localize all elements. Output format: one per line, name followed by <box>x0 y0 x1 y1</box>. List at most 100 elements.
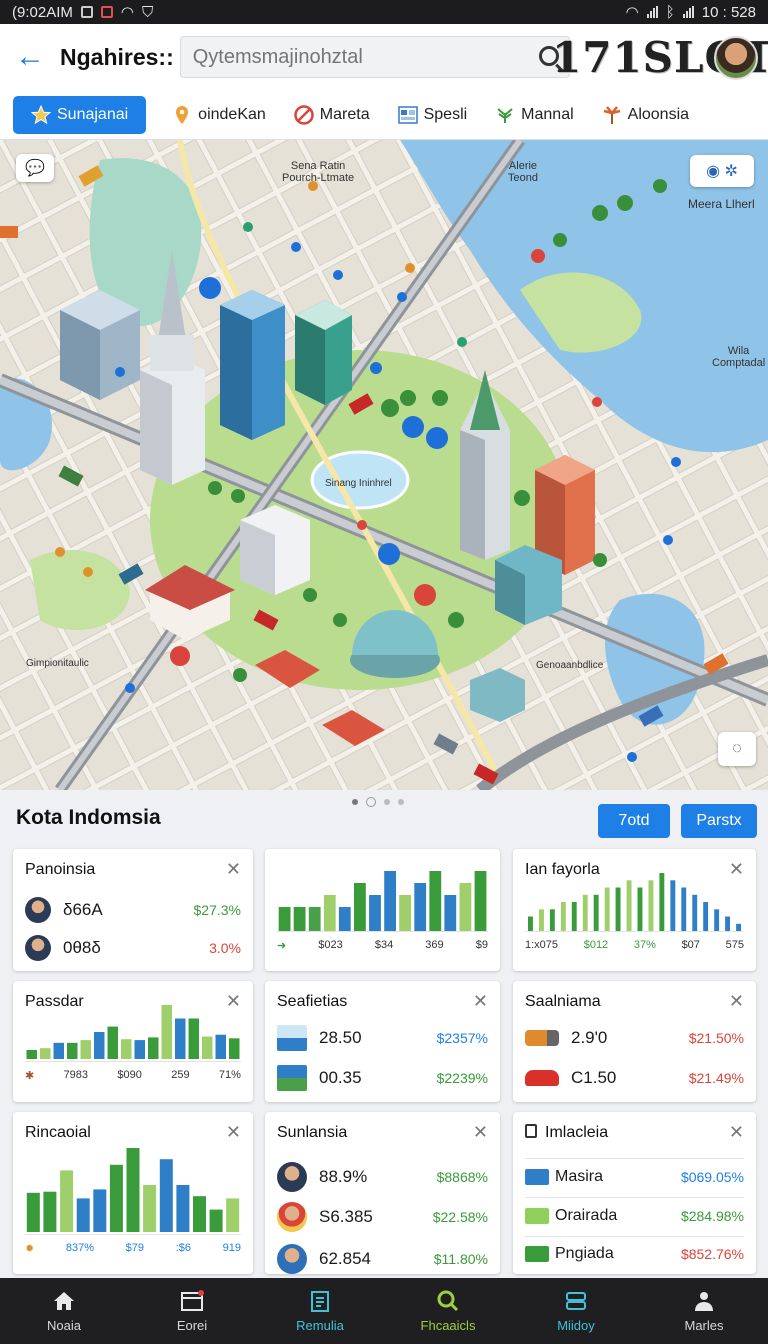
filter-button-1[interactable]: 7otd <box>598 804 670 838</box>
tab-label: Eorei <box>176 1317 208 1333</box>
list-item: S6.385 $22.58% <box>277 1202 488 1232</box>
bar <box>143 1185 157 1232</box>
chart-axis: ➜ $023 $34 369 $9 <box>277 939 488 952</box>
bar <box>209 1209 223 1232</box>
category-spesli[interactable]: Spesli <box>384 96 482 134</box>
bar <box>26 1192 40 1232</box>
back-arrow-icon[interactable]: ← <box>0 24 60 90</box>
close-icon[interactable]: ✕ <box>729 1122 744 1143</box>
tick-label: 7983 <box>63 1069 89 1081</box>
tick-label: 369 <box>425 939 444 951</box>
section-title: Kota Indomsia <box>16 806 161 829</box>
search-bar[interactable] <box>179 36 570 78</box>
card-title: Seafietias <box>277 993 348 1010</box>
bar <box>126 1148 140 1232</box>
card-header: Imlacleia <box>525 1124 608 1142</box>
close-icon[interactable]: ✕ <box>473 991 488 1012</box>
bar <box>308 907 321 931</box>
card-imlacleia[interactable]: Imlacleia ✕ Masira $069.05% Orairada $28… <box>513 1112 756 1274</box>
search-icon <box>437 1290 459 1311</box>
tab-remulia[interactable]: Remulia <box>256 1278 384 1344</box>
bar <box>76 1198 90 1232</box>
bar <box>43 1191 57 1232</box>
map-label-plaza: Sinang Ininhrel <box>325 478 392 489</box>
category-label: Mannal <box>521 105 574 123</box>
list-item: 00.35 $2239% <box>277 1063 488 1093</box>
bar <box>215 1034 226 1059</box>
card-title: Panoinsia <box>25 861 96 878</box>
map-layers-button[interactable]: ◉ ✲ <box>690 155 754 187</box>
building-teal-block <box>495 545 562 625</box>
location-pin-icon <box>176 105 189 124</box>
tick-label: $07 <box>681 939 700 951</box>
bar <box>109 1164 123 1232</box>
category-aloonsia[interactable]: Aloonsia <box>588 96 703 134</box>
close-icon[interactable]: ✕ <box>473 1122 488 1143</box>
card-passdar[interactable]: Passdar ✕ ✱ 7983 $090 259 71% <box>13 981 253 1102</box>
map-chat-button[interactable]: 💬 <box>16 154 54 182</box>
tick-label: 37% <box>633 939 656 951</box>
category-mannal[interactable]: Mannal <box>481 96 587 134</box>
avatar <box>277 1202 307 1232</box>
bar <box>40 1048 51 1059</box>
list-item: Orairada $284.98% <box>525 1201 744 1231</box>
tab-label: Fhcaaicls <box>420 1317 476 1333</box>
app-icon <box>100 6 113 18</box>
card-chart-1[interactable]: ➜ $023 $34 369 $9 <box>265 849 500 971</box>
tab-label: Remulia <box>296 1317 344 1333</box>
tab-fhcaaicls[interactable]: Fhcaaicls <box>384 1278 512 1344</box>
no-entry-icon <box>294 104 314 125</box>
category-label: Sunajanai <box>57 105 129 123</box>
locate-icon: ◌ <box>732 740 742 757</box>
category-sunajanai[interactable]: Sunajanai <box>13 95 147 134</box>
close-icon[interactable]: ✕ <box>226 1122 241 1143</box>
close-icon[interactable]: ✕ <box>226 859 241 880</box>
bar <box>369 895 381 931</box>
search-input[interactable] <box>192 45 523 69</box>
card-panoinsia[interactable]: Panoinsia ✕ δ66A $27.3% 0θ8δ 3.0% <box>13 849 253 971</box>
bar <box>571 902 577 931</box>
map-label-top-right-b: Meera Llherl <box>688 197 755 211</box>
category-label: oindeKan <box>198 105 266 123</box>
bar <box>692 894 698 931</box>
bar-chart <box>26 1005 240 1059</box>
bar <box>226 1198 240 1232</box>
card-ian-fayorla[interactable]: Ian fayorla ✕ 1:x075 $012 37% $07 575 <box>513 849 756 971</box>
avatar[interactable] <box>714 36 758 80</box>
filter-button-2[interactable]: Parstx <box>681 804 757 838</box>
bar <box>148 1037 159 1059</box>
card-title: Imlacleia <box>545 1124 609 1141</box>
bar <box>604 887 610 931</box>
category-oindekan[interactable]: oindeKan <box>158 96 280 134</box>
card-title: Saalniama <box>525 993 601 1010</box>
tick-label: $012 <box>583 939 609 951</box>
city-map[interactable]: 💬 ◉ ✲ ◌ Sena Ratin Pourch-Ltmate Alerie … <box>0 140 768 790</box>
close-icon[interactable]: ✕ <box>729 991 744 1012</box>
card-sunlansia[interactable]: Sunlansia ✕ 88.9% $8868% S6.385 $22.58% … <box>265 1112 500 1274</box>
list-item: C1.50 $21.49% <box>525 1063 744 1093</box>
card-icon <box>525 1246 549 1262</box>
building-glass-tower <box>60 290 140 400</box>
card-rincaoial[interactable]: Rincaoial ✕ ✹ 837% $79 :$6 919 <box>13 1112 253 1274</box>
truck-icon <box>525 1030 559 1046</box>
tab-noaia[interactable]: Noaia <box>0 1278 128 1344</box>
tab-eorei[interactable]: Eorei <box>128 1278 256 1344</box>
list-item: 2.9'0 $21.50% <box>525 1023 744 1053</box>
map-label-bottom-right: Genoaanbdlice <box>536 660 604 671</box>
status-bar: (9:02AIM ◠ ⛉ ◠ ᛒ 10 : 528 <box>0 0 768 24</box>
map-locate-button[interactable]: ◌ <box>718 732 756 766</box>
palm-icon <box>603 105 620 124</box>
tab-miidoy[interactable]: Miidoy <box>512 1278 640 1344</box>
tab-marles[interactable]: Marles <box>640 1278 768 1344</box>
card-saalniama[interactable]: Saalniama ✕ 2.9'0 $21.50% C1.50 $21.49% <box>513 981 756 1102</box>
avatar <box>277 1244 307 1274</box>
bar <box>293 907 306 931</box>
security-icon: ⛉ <box>141 3 154 21</box>
bar <box>93 1189 107 1232</box>
grid-icon <box>397 105 418 124</box>
bar <box>414 883 427 931</box>
card-seafietias[interactable]: Seafietias ✕ 28.50 $2357% 00.35 $2239% <box>265 981 500 1102</box>
category-mareta[interactable]: Mareta <box>280 96 384 134</box>
bar <box>67 1042 78 1059</box>
bluetooth-icon: ᛒ <box>665 3 675 21</box>
